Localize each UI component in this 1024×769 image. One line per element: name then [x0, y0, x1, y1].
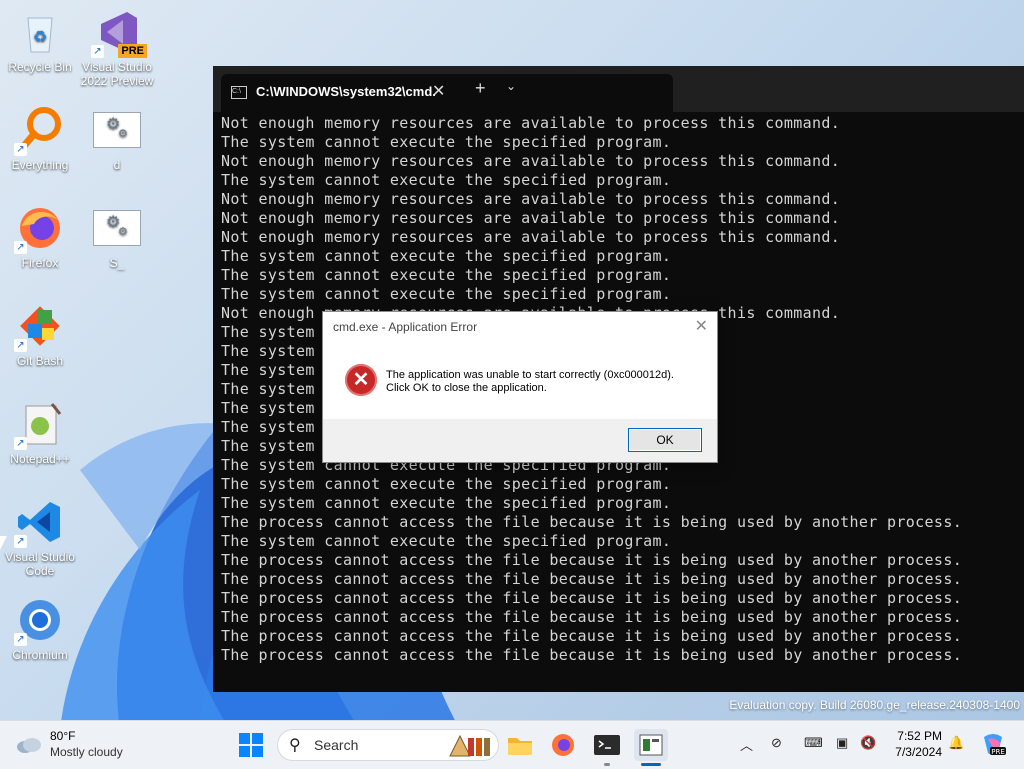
network-off-icon[interactable]: ⊘ — [771, 735, 782, 751]
weather-condition: Mostly cloudy — [50, 745, 123, 759]
settings-file-icon: ⚙ ⚙ — [93, 112, 141, 148]
dialog-message: The application was unable to start corr… — [386, 369, 674, 395]
vscode-icon: ↗ — [14, 498, 64, 548]
keyboard-icon[interactable]: ⌨ — [804, 735, 823, 751]
desktop-icon-label: Visual Studio 2022 Preview — [80, 60, 154, 88]
desktop-icon-notepadpp[interactable]: ↗ Notepad++ — [0, 400, 80, 466]
search-icon: ⚲ — [289, 737, 301, 754]
desktop-icon-d[interactable]: ⚙ ⚙ d — [77, 106, 157, 172]
search-placeholder: Search — [314, 737, 359, 753]
terminal-taskbar-icon[interactable] — [590, 729, 624, 761]
desktop-icon-firefox[interactable]: ↗ Firefox — [0, 204, 80, 270]
dialog-close-icon[interactable]: ✕ — [695, 316, 708, 336]
show-hidden-icons-chevron-icon[interactable]: ︿ — [740, 735, 753, 754]
taskbar: 80°F Mostly cloudy ⚲ Search ︿ ⊘ ⌨ ▣ 🔇 7:… — [0, 720, 1024, 769]
shortcut-arrow-icon: ↗ — [14, 143, 27, 156]
display-icon[interactable]: ▣ — [836, 735, 848, 751]
search-highlight-icon — [449, 734, 490, 757]
desktop-icon-label: Everything — [11, 158, 69, 172]
shortcut-arrow-icon: ↗ — [14, 241, 27, 254]
clock-date: 7/3/2024 — [895, 745, 942, 759]
notification-bell-icon[interactable]: 🔔 — [948, 735, 964, 751]
shortcut-arrow-icon: ↗ — [14, 437, 27, 450]
desktop-icon-label: Visual Studio Code — [5, 550, 75, 578]
desktop-icon-label: Recycle Bin — [8, 60, 72, 74]
desktop-icon-label: S_ — [109, 256, 125, 270]
start-button[interactable] — [234, 729, 268, 761]
desktop-icon-label: Firefox — [21, 256, 59, 270]
new-tab-button[interactable]: + — [475, 78, 486, 99]
desktop-icon-visual-studio-preview[interactable]: PRE ↗ Visual Studio 2022 Preview — [77, 8, 157, 88]
desktop-icon-everything[interactable]: ↗ Everything — [0, 106, 80, 172]
dialog-message-line2: Click OK to close the application. — [386, 382, 547, 394]
dialog-footer: OK — [323, 419, 717, 462]
shortcut-arrow-icon: ↗ — [91, 45, 104, 58]
firefox-taskbar-icon[interactable] — [546, 729, 580, 761]
weather-temperature: 80°F — [50, 729, 76, 743]
clock-time: 7:52 PM — [897, 729, 942, 743]
desktop-icon-label: d — [113, 158, 121, 172]
mouse-cursor — [0, 536, 7, 550]
recycle-bin-icon: ♻ — [16, 8, 64, 56]
tab-dropdown-button[interactable]: ⌄ — [506, 79, 516, 93]
pre-badge: PRE — [118, 44, 147, 58]
chromium-icon: ↗ — [14, 596, 64, 646]
copilot-icon[interactable]: PRE — [976, 729, 1010, 761]
taskbar-search[interactable]: ⚲ Search — [277, 729, 499, 761]
application-error-dialog[interactable]: cmd.exe - Application Error ✕ ✕ The appl… — [322, 311, 718, 463]
ok-button[interactable]: OK — [628, 428, 702, 452]
desktop-icon-label: Chromium — [12, 648, 68, 662]
desktop-icon-git-bash[interactable]: ↗ Git Bash — [0, 302, 80, 368]
windows-logo-icon — [239, 733, 263, 757]
volume-muted-icon[interactable]: 🔇 — [860, 735, 876, 751]
shortcut-arrow-icon: ↗ — [14, 633, 27, 646]
dialog-title: cmd.exe - Application Error — [333, 320, 478, 334]
firefox-icon: ↗ — [14, 204, 64, 254]
everything-search-icon: ↗ — [14, 106, 64, 156]
svg-text:♻: ♻ — [33, 27, 47, 46]
active-indicator — [641, 763, 661, 766]
svg-text:PRE: PRE — [991, 748, 1005, 756]
desktop-icon-recycle-bin[interactable]: ♻ Recycle Bin — [0, 8, 80, 74]
desktop-icon-label: Notepad++ — [10, 452, 70, 466]
evaluation-watermark: Evaluation copy. Build 26080.ge_release.… — [729, 698, 1020, 712]
settings-file-icon: ⚙ ⚙ — [93, 210, 141, 246]
system-clock[interactable]: 7:52 PM 7/3/2024 — [880, 728, 942, 760]
desktop-icon-label: Git Bash — [16, 354, 64, 368]
running-indicator — [604, 763, 610, 766]
cmd-icon: C:\ — [231, 86, 247, 99]
shortcut-arrow-icon: ↗ — [14, 339, 27, 352]
visual-studio-preview-icon: PRE ↗ — [91, 8, 147, 58]
desktop-icon-vscode[interactable]: ↗ Visual Studio Code — [0, 498, 80, 578]
terminal-titlebar[interactable]: C:\ C:\WINDOWS\system32\cmd. ✕ + ⌄ — [213, 66, 1024, 112]
close-tab-icon[interactable]: ✕ — [432, 81, 445, 101]
dialog-message-line1: The application was unable to start corr… — [386, 369, 674, 381]
cloud-icon — [17, 738, 41, 753]
error-icon: ✕ — [345, 364, 377, 396]
desktop-icon-chromium[interactable]: ↗ Chromium — [0, 596, 80, 662]
git-bash-icon: ↗ — [14, 302, 64, 352]
tab-title: C:\WINDOWS\system32\cmd. — [256, 84, 436, 99]
desktop-icon-s[interactable]: ⚙ ⚙ S_ — [77, 204, 157, 270]
terminal-tab[interactable]: C:\ C:\WINDOWS\system32\cmd. ✕ — [221, 74, 673, 112]
file-explorer-taskbar-icon[interactable] — [503, 729, 537, 761]
active-app-taskbar-icon[interactable] — [634, 729, 668, 761]
shortcut-arrow-icon: ↗ — [14, 535, 27, 548]
notepadpp-icon: ↗ — [14, 400, 64, 450]
